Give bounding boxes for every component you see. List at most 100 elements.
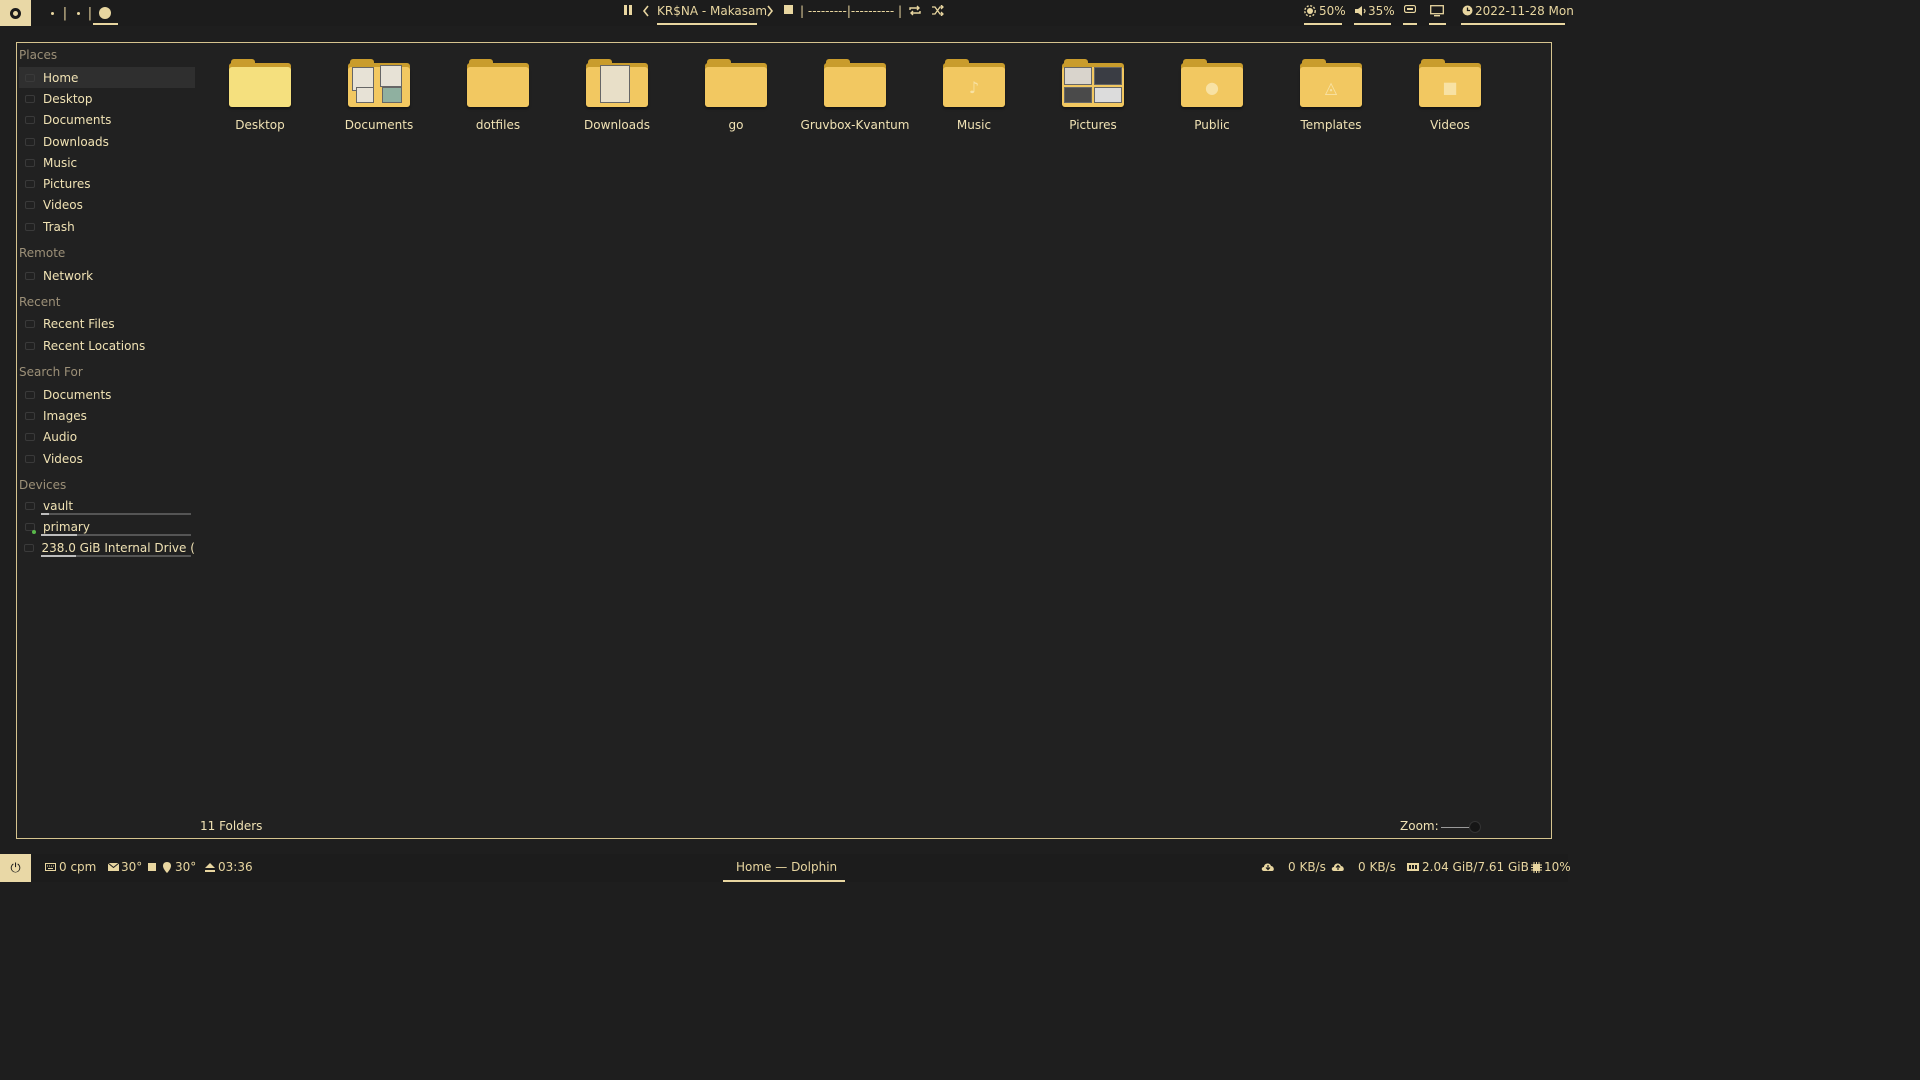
typing-speed: 0 cpm: [59, 860, 97, 874]
folder-desktop[interactable]: Desktop: [201, 57, 319, 141]
pause-icon[interactable]: [622, 5, 634, 15]
section-devices[interactable]: Devices: [19, 478, 66, 492]
keyboard-icon: [44, 863, 56, 871]
folder-icon: [1062, 57, 1124, 109]
folder-documents[interactable]: Documents: [320, 57, 438, 141]
sidebar-item-search-videos[interactable]: Videos: [19, 448, 195, 469]
device-usage-bar: [41, 534, 191, 536]
sidebar-item-recent-files[interactable]: Recent Files: [19, 313, 195, 334]
location-icon: [162, 862, 172, 873]
clock-underline: [1461, 23, 1565, 25]
sidebar-item-recent-locations[interactable]: Recent Locations: [19, 335, 195, 356]
media-title[interactable]: KR$NA - Makasam: [657, 4, 767, 18]
folder-videos[interactable]: ■ Videos: [1391, 57, 1509, 141]
cloud-download-icon: [1260, 861, 1276, 872]
active-window-underline: [723, 880, 845, 882]
item-count: 11 Folders: [200, 819, 263, 833]
uptime: 03:36: [218, 860, 253, 874]
volume-value[interactable]: 35%: [1368, 4, 1395, 18]
network-upload-speed: 0 KB/s: [1358, 860, 1396, 874]
temperature-2: 30°: [175, 860, 197, 874]
recent-locations-icon: [19, 341, 41, 350]
media-title-underline: [657, 23, 757, 25]
folder-public[interactable]: ● Public: [1153, 57, 1271, 141]
device-usage-bar: [41, 513, 191, 515]
sidebar-item-search-documents[interactable]: Documents: [19, 384, 195, 405]
sidebar-item-trash[interactable]: Trash: [19, 216, 195, 237]
repeat-icon[interactable]: [907, 5, 923, 16]
folder-pictures[interactable]: Pictures: [1034, 57, 1152, 141]
sidebar-item-home[interactable]: Home: [19, 67, 195, 88]
section-search[interactable]: Search For: [19, 365, 83, 379]
brightness-icon: [1303, 5, 1317, 17]
pictures-icon: [19, 179, 41, 188]
volume-underline: [1354, 23, 1391, 25]
sidebar-item-music[interactable]: Music: [19, 152, 195, 173]
videos-icon: [19, 200, 41, 209]
images-icon: [19, 411, 41, 420]
device-usage-fill: [41, 534, 77, 536]
sidebar-item-search-images[interactable]: Images: [19, 405, 195, 426]
sidebar-item-videos[interactable]: Videos: [19, 194, 195, 215]
drive-icon: [19, 543, 39, 552]
previous-icon[interactable]: [640, 5, 652, 17]
monitor-icon[interactable]: [1429, 5, 1445, 17]
device-usage-fill: [41, 513, 49, 515]
folder-icon: [586, 57, 648, 109]
sidebar-item-search-audio[interactable]: Audio: [19, 426, 195, 447]
media-progress[interactable]: | ---------|---------- |: [800, 4, 902, 18]
next-icon[interactable]: [764, 5, 776, 17]
folder-go[interactable]: go: [677, 57, 795, 141]
sidebar-item-downloads[interactable]: Downloads: [19, 131, 195, 152]
people-icon: ●: [1205, 78, 1219, 97]
dolphin-window: Places Home Desktop Documents Downloads …: [16, 42, 1552, 839]
keyboard-layout-icon[interactable]: [1403, 5, 1417, 13]
clock-datetime[interactable]: 2022-11-28 Mon: [1475, 4, 1574, 18]
section-remote[interactable]: Remote: [19, 246, 65, 260]
workspace-2[interactable]: [70, 0, 86, 26]
drive-icon: [19, 501, 41, 510]
device-usage-bar: [41, 555, 191, 557]
video-camera-icon: ■: [1442, 78, 1458, 97]
folder-icon: [467, 57, 529, 109]
active-window-title[interactable]: Home — Dolphin: [736, 860, 837, 874]
sidebar-item-documents[interactable]: Documents: [19, 109, 195, 130]
top-panel: | | KR$NA - Makasam | ---------|--------…: [0, 0, 1574, 26]
keyboard-underline: [1403, 23, 1417, 25]
folder-downloads[interactable]: Downloads: [558, 57, 676, 141]
places-panel: Places Home Desktop Documents Downloads …: [17, 43, 197, 838]
folder-icon: ●: [1181, 57, 1243, 109]
mail-icon: [107, 863, 119, 871]
workspace-1[interactable]: [44, 0, 60, 26]
drive-icon: [19, 522, 41, 531]
folder-icon: [229, 57, 291, 109]
workspace-separator: |: [62, 5, 68, 21]
sidebar-item-network[interactable]: Network: [19, 265, 195, 286]
power-icon[interactable]: ⏻: [0, 854, 31, 882]
bottom-panel: ⏻ 0 cpm 30° 30° 03:36 Home — Dolphin 0 K…: [0, 854, 1571, 882]
stop-icon[interactable]: [782, 5, 794, 14]
videos-icon: [19, 454, 41, 463]
zoom-label: Zoom:: [1400, 819, 1439, 833]
network-icon: [19, 271, 41, 280]
sidebar-item-pictures[interactable]: Pictures: [19, 173, 195, 194]
folder-gruvbox-kvantum[interactable]: Gruvbox-Kvantum: [796, 57, 914, 141]
folder-templates[interactable]: ◬ Templates: [1272, 57, 1390, 141]
section-places[interactable]: Places: [19, 48, 57, 62]
section-recent[interactable]: Recent: [19, 295, 60, 309]
folder-music[interactable]: ♪ Music: [915, 57, 1033, 141]
audio-icon: [19, 432, 41, 441]
eject-icon: [204, 863, 216, 872]
mounted-indicator: [32, 530, 36, 534]
cpu-usage: 10%: [1544, 860, 1571, 874]
documents-icon: [19, 115, 41, 124]
shuffle-icon[interactable]: [930, 5, 946, 16]
folder-dotfiles[interactable]: dotfiles: [439, 57, 557, 141]
network-download-speed: 0 KB/s: [1288, 860, 1326, 874]
zoom-slider-handle[interactable]: [1469, 821, 1481, 833]
launcher-button[interactable]: [0, 0, 31, 26]
sidebar-item-desktop[interactable]: Desktop: [19, 88, 195, 109]
memory-usage: 2.04 GiB/7.61 GiB: [1422, 860, 1529, 874]
folder-icon: [705, 57, 767, 109]
brightness-value[interactable]: 50%: [1319, 4, 1346, 18]
